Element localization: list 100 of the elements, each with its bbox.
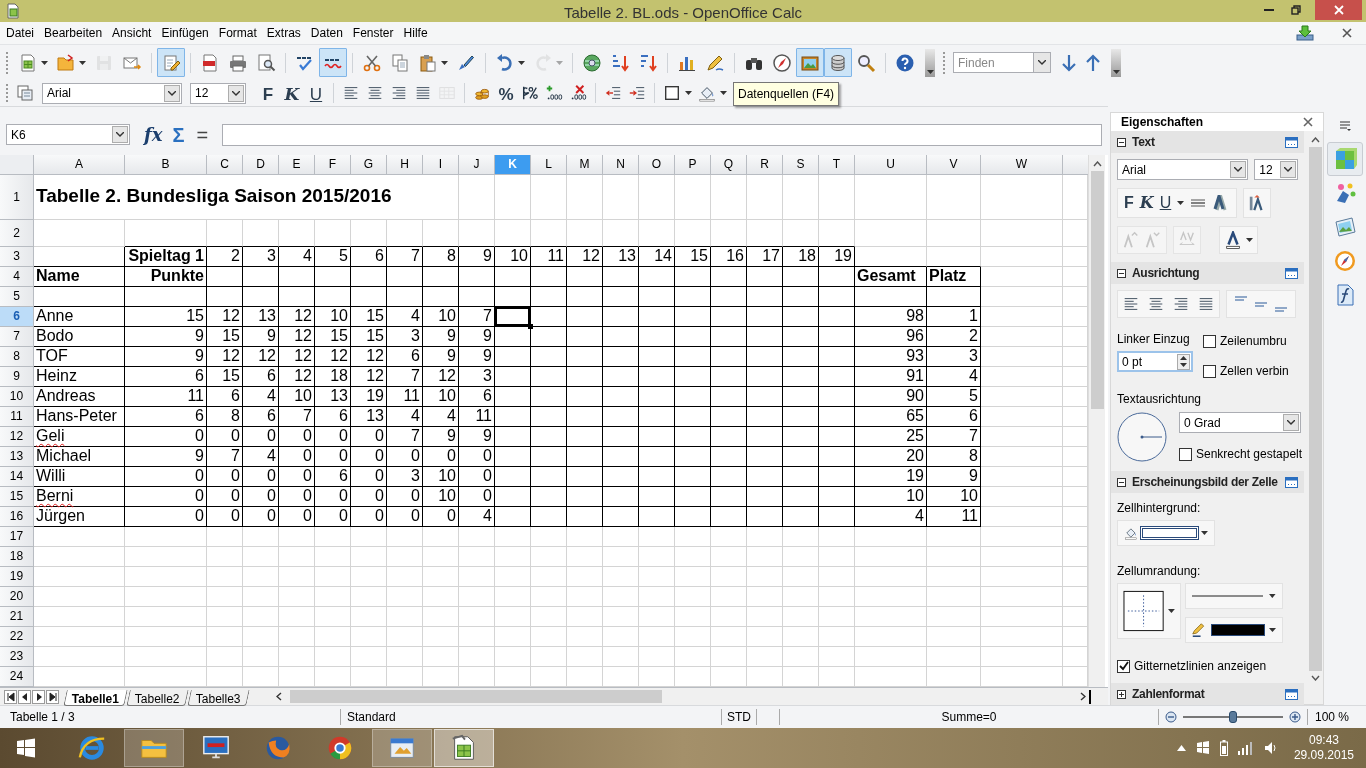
column-header[interactable]: D: [243, 154, 279, 175]
menu-item[interactable]: Fenster: [347, 24, 399, 42]
row-header[interactable]: 19: [0, 566, 34, 587]
table-cell: 7: [207, 446, 243, 467]
function-button[interactable]: =: [196, 119, 209, 150]
column-header[interactable]: F: [315, 154, 351, 175]
row-header[interactable]: 17: [0, 526, 34, 547]
column-header[interactable]: S: [783, 154, 819, 175]
row-header[interactable]: 24: [0, 666, 34, 687]
row-header[interactable]: 11: [0, 406, 34, 427]
row-header[interactable]: 10: [0, 386, 34, 407]
menu-item[interactable]: Daten: [305, 24, 348, 42]
column-header[interactable]: N: [603, 154, 639, 175]
column-header[interactable]: V: [927, 154, 981, 175]
font-size-field[interactable]: 12: [1254, 159, 1298, 180]
column-header[interactable]: U: [855, 154, 927, 175]
row-header[interactable]: 3: [0, 246, 34, 267]
table-cell: 10: [279, 386, 315, 407]
table-cell: 0: [243, 466, 279, 487]
row-header[interactable]: 12: [0, 426, 34, 447]
row-header[interactable]: 8: [0, 346, 34, 367]
toolbar-button[interactable]: U: [304, 82, 328, 104]
sheet-tab[interactable]: Tabelle1: [63, 689, 128, 706]
row-header[interactable]: 18: [0, 546, 34, 567]
row-header[interactable]: 14: [0, 466, 34, 487]
table-cell: 0: [351, 466, 387, 487]
column-header[interactable]: B: [125, 154, 207, 175]
table-cell: 0: [351, 486, 387, 507]
column-header[interactable]: C: [207, 154, 243, 175]
table-cell: Anne: [34, 306, 125, 327]
column-header[interactable]: J: [459, 154, 495, 175]
panel-title: Eigenschaften: [1121, 114, 1204, 131]
row-header[interactable]: 21: [0, 606, 34, 627]
toolbar-button[interactable]: %: [494, 82, 518, 104]
table-cell: 7: [459, 306, 495, 327]
table-cell: 10: [855, 486, 927, 507]
column-header[interactable]: L: [531, 154, 567, 175]
column-header[interactable]: E: [279, 154, 315, 175]
table-cell: 0: [125, 506, 207, 527]
sidebar-button[interactable]: U: [1159, 191, 1172, 215]
table-cell: 11: [531, 246, 567, 267]
column-header[interactable]: P: [675, 154, 711, 175]
row-header[interactable]: 23: [0, 646, 34, 667]
row-header[interactable]: 7: [0, 326, 34, 347]
row-header[interactable]: 6: [0, 306, 34, 327]
sheet-tab[interactable]: Tabelle3: [187, 689, 250, 706]
row-header[interactable]: 13: [0, 446, 34, 467]
row-header[interactable]: 22: [0, 626, 34, 647]
menu-item[interactable]: Einfügen: [156, 24, 214, 42]
column-header[interactable]: G: [351, 154, 387, 175]
row-header[interactable]: 2: [0, 219, 34, 247]
angle-field[interactable]: 0 Grad: [1179, 412, 1301, 433]
clock-date: 29.09.2015: [1293, 748, 1354, 763]
sidebar-button[interactable]: F: [1124, 191, 1134, 215]
menu-item[interactable]: Extras: [261, 24, 306, 42]
menu-item[interactable]: Ansicht: [107, 24, 157, 42]
toolbar-button[interactable]: K: [280, 82, 304, 104]
font-name-field[interactable]: Arial: [1117, 159, 1249, 180]
indent-field[interactable]: 0 pt: [1117, 351, 1193, 372]
row-header[interactable]: 9: [0, 366, 34, 387]
font-name-field[interactable]: Arial: [42, 82, 182, 104]
menu-item[interactable]: Bearbeiten: [39, 24, 108, 42]
toolbar-button[interactable]: F: [256, 82, 280, 104]
table-cell: 7: [927, 426, 981, 447]
sum-button[interactable]: Σ: [172, 119, 185, 150]
column-header[interactable]: W: [981, 154, 1063, 175]
menu-item[interactable]: Format: [213, 24, 262, 42]
table-cell: 14: [639, 246, 675, 267]
column-header[interactable]: A: [34, 154, 125, 175]
row-header[interactable]: 1: [0, 174, 34, 220]
row-header[interactable]: 16: [0, 506, 34, 527]
column-header[interactable]: M: [567, 154, 603, 175]
menu-item[interactable]: Datei: [1, 24, 39, 42]
tooltip: Datenquellen (F4): [733, 82, 840, 106]
column-header[interactable]: H: [387, 154, 423, 175]
table-cell: 11: [459, 406, 495, 427]
find-field[interactable]: Finden: [953, 52, 1033, 73]
function-wizard-button[interactable]: fx: [144, 121, 163, 149]
name-box[interactable]: K6: [6, 124, 130, 146]
row-header[interactable]: 4: [0, 266, 34, 287]
menu-item[interactable]: Hilfe: [398, 24, 433, 42]
column-header[interactable]: I: [423, 154, 459, 175]
table-cell: 3: [459, 366, 495, 387]
field-label: Linker Einzug: [1117, 331, 1191, 348]
column-header[interactable]: R: [747, 154, 783, 175]
row-header[interactable]: 5: [0, 286, 34, 307]
sidebar-button[interactable]: K: [1139, 191, 1154, 215]
font-size-field[interactable]: 12: [190, 82, 246, 104]
column-header[interactable]: T: [819, 154, 855, 175]
row-header[interactable]: 15: [0, 486, 34, 507]
row-header[interactable]: 20: [0, 586, 34, 607]
table-cell: 0: [423, 446, 459, 467]
table-cell: 4: [279, 246, 315, 267]
column-header[interactable]: Q: [711, 154, 747, 175]
table-cell: 9: [459, 346, 495, 367]
table-cell: 7: [387, 426, 423, 447]
table-cell: 12: [207, 306, 243, 327]
sheet-tab[interactable]: Tabelle2: [126, 689, 189, 706]
table-cell: 11: [125, 386, 207, 407]
column-header[interactable]: O: [639, 154, 675, 175]
